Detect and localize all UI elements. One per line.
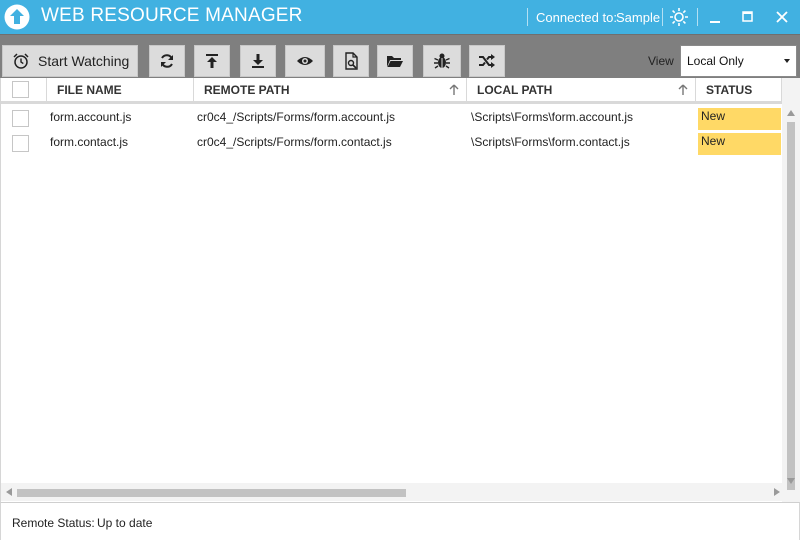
local-path-cell: \Scripts\Forms\form.account.js <box>471 110 634 124</box>
refresh-icon <box>161 54 173 68</box>
download-icon <box>252 54 264 68</box>
minimize-icon[interactable] <box>704 6 726 28</box>
chevron-down-icon <box>784 59 790 63</box>
vertical-scroll-thumb[interactable] <box>787 122 795 490</box>
grid-header: FILE NAME REMOTE PATH LOCAL PATH STATUS <box>1 78 782 104</box>
remote-status-label: Remote Status: <box>12 516 95 530</box>
header-select-all <box>1 78 47 102</box>
header-remote-path[interactable]: REMOTE PATH <box>194 78 467 102</box>
row-checkbox[interactable] <box>12 110 29 127</box>
shuffle-icon <box>479 54 495 68</box>
compare-file-icon <box>345 52 358 70</box>
local-path-cell: \Scripts\Forms\form.contact.js <box>471 135 630 149</box>
debug-button[interactable] <box>423 45 461 77</box>
remote-path-cell: cr0c4_/Scripts/Forms/form.account.js <box>197 110 396 124</box>
gear-icon[interactable] <box>668 6 690 28</box>
title-separator <box>527 8 528 26</box>
compare-button[interactable] <box>333 45 369 77</box>
table-row[interactable]: form.contact.js cr0c4_/Scripts/Forms/for… <box>1 130 782 155</box>
view-select[interactable]: Local Only <box>680 45 797 77</box>
connected-org-name[interactable]: Sample <box>616 10 660 25</box>
status-badge: New <box>698 108 781 130</box>
select-all-checkbox[interactable] <box>12 81 29 98</box>
table-row[interactable]: form.account.js cr0c4_/Scripts/Forms/for… <box>1 105 782 130</box>
start-watching-label: Start Watching <box>38 53 130 69</box>
scroll-up-arrow-icon[interactable] <box>787 110 795 116</box>
open-folder-button[interactable] <box>377 45 413 77</box>
app-title: WEB RESOURCE MANAGER <box>41 5 303 26</box>
sort-arrow-up-icon <box>678 84 688 95</box>
view-selected-value: Local Only <box>687 54 744 68</box>
horizontal-scrollbar[interactable] <box>1 483 782 501</box>
start-watching-button[interactable]: Start Watching <box>2 45 138 77</box>
upload-to-top-icon <box>206 54 218 68</box>
remote-status-value: Up to date <box>97 516 153 530</box>
file-name-cell: form.account.js <box>50 110 132 124</box>
status-bar: Remote Status: Up to date <box>0 502 800 540</box>
alarm-clock-icon <box>13 53 29 69</box>
eye-icon <box>297 57 313 65</box>
remote-path-cell: cr0c4_/Scripts/Forms/form.contact.js <box>197 135 392 149</box>
header-file-name[interactable]: FILE NAME <box>47 78 194 102</box>
download-button[interactable] <box>240 45 276 77</box>
file-grid: FILE NAME REMOTE PATH LOCAL PATH STATUS … <box>0 78 800 502</box>
upload-circle-icon <box>4 4 30 30</box>
header-status[interactable]: STATUS <box>696 78 782 102</box>
title-separator <box>697 8 698 26</box>
scroll-right-arrow-icon[interactable] <box>774 488 780 496</box>
connected-label: Connected to: <box>536 10 617 25</box>
scroll-left-arrow-icon[interactable] <box>6 488 12 496</box>
close-icon[interactable] <box>771 6 793 28</box>
header-remote-path-label: REMOTE PATH <box>204 83 290 97</box>
sort-arrow-up-icon <box>449 84 459 95</box>
status-badge: New <box>698 133 781 155</box>
bug-icon <box>434 53 450 69</box>
row-checkbox[interactable] <box>12 135 29 152</box>
header-local-path-label: LOCAL PATH <box>477 83 553 97</box>
view-label: View <box>648 54 674 68</box>
vertical-scrollbar[interactable] <box>782 78 800 502</box>
header-local-path[interactable]: LOCAL PATH <box>467 78 696 102</box>
shuffle-button[interactable] <box>469 45 505 77</box>
title-separator <box>662 8 663 26</box>
title-bar: WEB RESOURCE MANAGER Connected to: Sampl… <box>0 0 800 34</box>
file-name-cell: form.contact.js <box>50 135 129 149</box>
scroll-down-arrow-icon[interactable] <box>787 478 795 484</box>
refresh-button[interactable] <box>149 45 185 77</box>
toolbar: Start Watching View Local Only <box>0 34 800 78</box>
upload-button[interactable] <box>194 45 230 77</box>
preview-button[interactable] <box>285 45 325 77</box>
horizontal-scroll-thumb[interactable] <box>17 489 406 497</box>
maximize-icon[interactable] <box>736 6 758 28</box>
open-folder-icon <box>387 56 403 67</box>
